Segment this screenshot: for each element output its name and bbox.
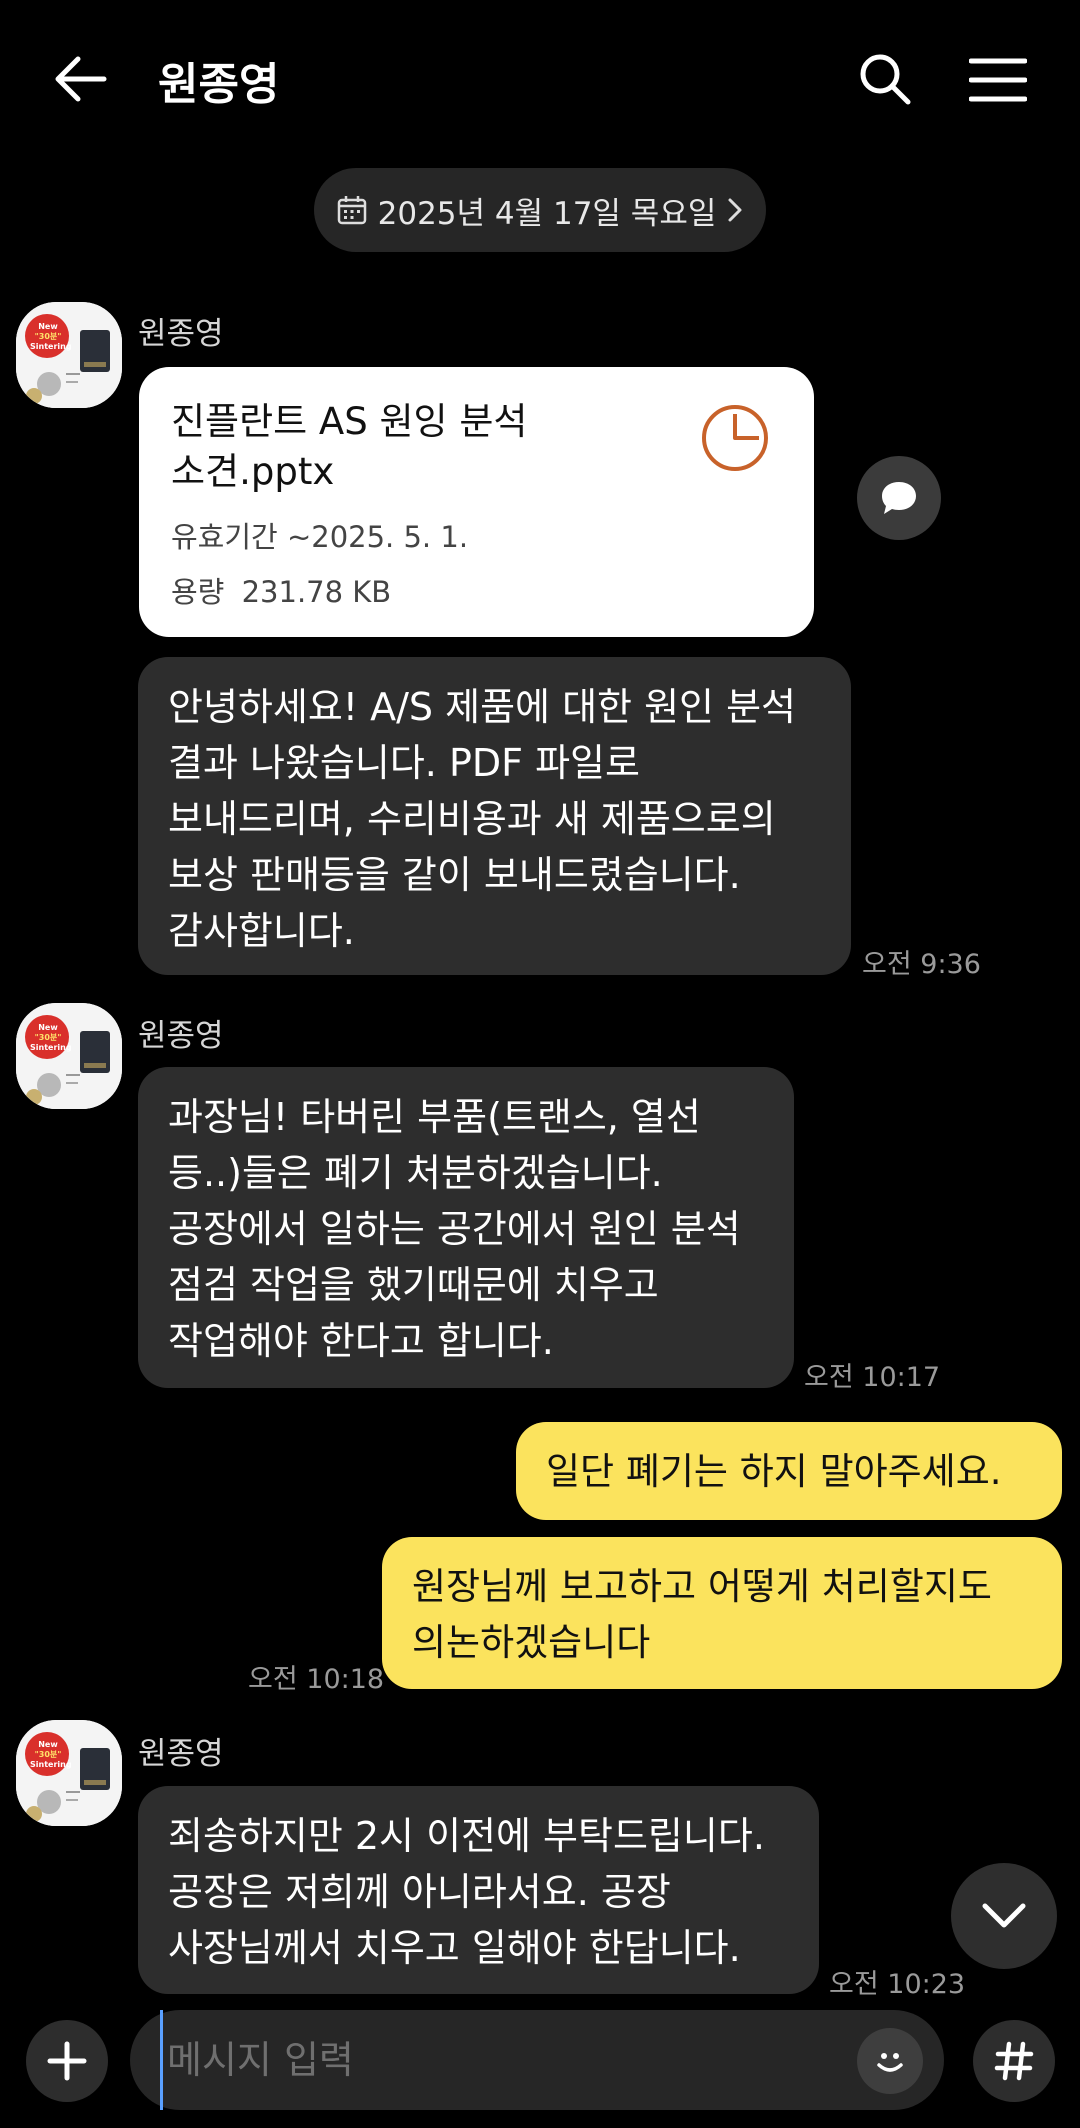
- avatar-badge-line2: "30분": [34, 1750, 62, 1759]
- chat-title: 원종영: [158, 59, 280, 110]
- avatar-badge-line1: New: [38, 322, 58, 331]
- avatar-image: [16, 302, 122, 408]
- avatar[interactable]: New "30분" Sintering: [16, 302, 122, 408]
- avatar-badge-line1: New: [38, 1023, 58, 1032]
- arrow-left-icon: [55, 56, 107, 102]
- message-time: 오전 10:23: [829, 1969, 966, 2000]
- message-composer[interactable]: 메시지 입력: [130, 2010, 944, 2110]
- avatar-badge-line3: Sintering: [30, 1760, 72, 1769]
- avatar-image: [16, 1720, 122, 1826]
- chevron-down-icon: [982, 1903, 1026, 1928]
- avatar[interactable]: New "30분" Sintering: [16, 1720, 122, 1826]
- avatar-badge-line3: Sintering: [30, 342, 72, 351]
- avatar-badge-line3: Sintering: [30, 1043, 72, 1052]
- hashtag-search-button[interactable]: [973, 2020, 1055, 2102]
- date-divider[interactable]: 2025년 4월 17일 목요일: [314, 168, 766, 252]
- message-time: 오전 10:17: [804, 1362, 941, 1393]
- emoji-button[interactable]: [857, 2028, 923, 2094]
- search-button[interactable]: [850, 44, 920, 114]
- pie-chart-file-icon: [702, 405, 768, 471]
- back-button[interactable]: [40, 46, 120, 112]
- sender-name: 원종영: [138, 316, 224, 352]
- sender-name: 원종영: [138, 1736, 224, 1772]
- date-label: 2025년 4월 17일 목요일: [377, 195, 717, 232]
- outgoing-message-bubble[interactable]: 일단 폐기는 하지 말아주세요.: [516, 1422, 1062, 1520]
- file-validity: 유효기간 ~2025. 5. 1.: [171, 520, 469, 554]
- menu-button[interactable]: [960, 48, 1036, 112]
- calendar-icon: [337, 196, 366, 225]
- add-attachment-button[interactable]: [26, 2020, 108, 2102]
- emoji-icon: [877, 2053, 903, 2072]
- avatar-badge-line1: New: [38, 1740, 58, 1749]
- hashtag-icon: [994, 2041, 1034, 2081]
- sender-name: 원종영: [138, 1018, 224, 1054]
- share-button[interactable]: [857, 456, 941, 540]
- scroll-to-bottom-button[interactable]: [951, 1863, 1057, 1969]
- outgoing-message-bubble[interactable]: 원장님께 보고하고 어떻게 처리할지도 의논하겠습니다: [382, 1537, 1062, 1689]
- avatar-image: [16, 1003, 122, 1109]
- message-bubble[interactable]: 과장님! 타버린 부품(트랜스, 열선 등..)들은 폐기 처분하겠습니다. 공…: [138, 1067, 794, 1388]
- message-input[interactable]: 메시지 입력: [160, 2010, 840, 2110]
- speech-bubble-icon: [882, 482, 916, 514]
- message-time: 오전 9:36: [862, 949, 981, 980]
- file-attachment-card[interactable]: 진플란트 AS 원잉 분석 소견.pptx 유효기간 ~2025. 5. 1. …: [139, 367, 814, 637]
- search-icon: [860, 54, 911, 105]
- file-size-label: 용량: [171, 575, 225, 609]
- avatar-badge-line2: "30분": [34, 1033, 62, 1042]
- hamburger-menu-icon: [969, 58, 1027, 102]
- chevron-right-icon: [728, 198, 742, 222]
- message-bubble[interactable]: 안녕하세요! A/S 제품에 대한 원인 분석 결과 나왔습니다. PDF 파일…: [138, 657, 851, 975]
- file-name: 진플란트 AS 원잉 분석 소견.pptx: [171, 400, 528, 493]
- file-size: 231.78 KB: [241, 575, 392, 609]
- plus-icon: [47, 2041, 87, 2081]
- message-time: 오전 10:18: [248, 1664, 385, 1695]
- avatar[interactable]: New "30분" Sintering: [16, 1003, 122, 1109]
- avatar-badge-line2: "30분": [34, 332, 62, 341]
- message-bubble[interactable]: 죄송하지만 2시 이전에 부탁드립니다. 공장은 저희께 아니라서요. 공장 사…: [138, 1786, 819, 1994]
